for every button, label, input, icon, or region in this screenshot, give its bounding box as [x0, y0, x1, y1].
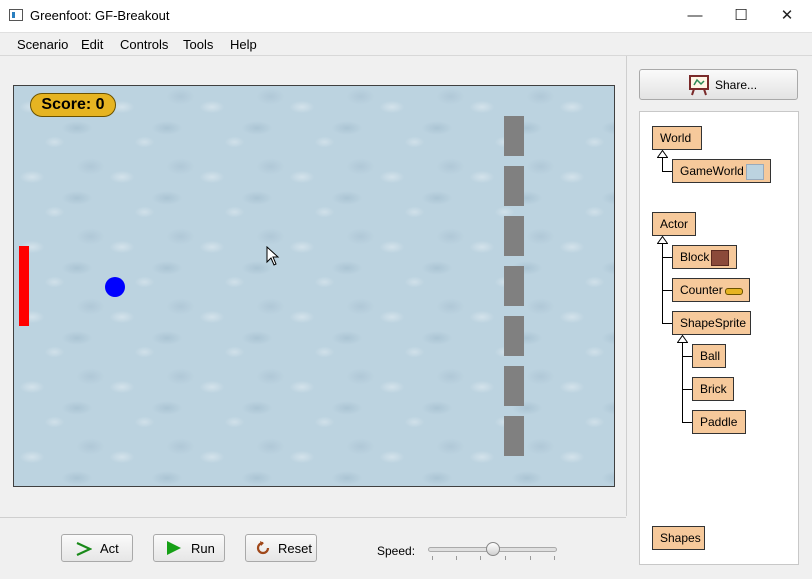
menu-tools[interactable]: Tools	[183, 37, 213, 52]
gameworld-label: GameWorld	[680, 164, 744, 178]
inheritance-line	[662, 157, 663, 172]
brick	[504, 116, 524, 156]
run-button[interactable]: Run	[153, 534, 225, 562]
class-shapesprite[interactable]: ShapeSprite	[672, 311, 751, 335]
act-step-icon	[76, 542, 92, 556]
share-button[interactable]: Share...	[639, 69, 798, 100]
inheritance-line	[682, 356, 692, 357]
slider-tick	[480, 556, 481, 560]
greenfoot-app-icon	[9, 9, 23, 21]
slider-tick	[432, 556, 433, 560]
inheritance-arrow-icon	[657, 150, 668, 158]
brick	[504, 266, 524, 306]
counter-pill-icon	[725, 288, 743, 295]
menu-edit[interactable]: Edit	[81, 37, 103, 52]
reset-button[interactable]: Reset	[245, 534, 317, 562]
class-shapes[interactable]: Shapes	[652, 526, 705, 550]
class-actor[interactable]: Actor	[652, 212, 696, 236]
menu-controls[interactable]: Controls	[120, 37, 168, 52]
class-brick[interactable]: Brick	[692, 377, 734, 401]
reset-label: Reset	[278, 541, 312, 556]
class-block[interactable]: Block	[672, 245, 737, 269]
minimize-button[interactable]: —	[672, 0, 718, 32]
inheritance-line	[682, 389, 692, 390]
inheritance-line	[662, 290, 672, 291]
close-button[interactable]: ✕	[764, 0, 810, 32]
slider-tick	[554, 556, 555, 560]
act-label: Act	[100, 541, 119, 556]
brick	[504, 366, 524, 406]
world-texture-icon	[746, 164, 764, 180]
mouse-cursor-icon	[266, 246, 280, 266]
slider-tick	[456, 556, 457, 560]
inheritance-line	[662, 171, 672, 172]
share-label: Share...	[715, 78, 758, 92]
block-label: Block	[680, 250, 710, 264]
inheritance-line	[662, 243, 663, 324]
act-button[interactable]: Act	[61, 534, 133, 562]
title-bar: Greenfoot: GF-Breakout — ☐ ✕	[0, 0, 812, 33]
play-icon	[167, 541, 181, 555]
menu-help[interactable]: Help	[230, 37, 257, 52]
share-easel-icon	[689, 75, 709, 96]
counter-label: Counter	[680, 283, 723, 297]
slider-tick	[530, 556, 531, 560]
speed-label: Speed:	[377, 544, 416, 558]
inheritance-line	[662, 257, 672, 258]
inheritance-line	[662, 323, 672, 324]
inheritance-line	[682, 422, 692, 423]
class-counter[interactable]: Counter	[672, 278, 750, 302]
game-world[interactable]: Score: 0	[13, 85, 615, 487]
paddle	[19, 246, 29, 326]
maximize-button[interactable]: ☐	[718, 0, 764, 32]
menu-scenario[interactable]: Scenario	[17, 37, 68, 52]
class-ball[interactable]: Ball	[692, 344, 726, 368]
class-paddle[interactable]: Paddle	[692, 410, 746, 434]
block-texture-icon	[711, 250, 729, 266]
score-counter: Score: 0	[30, 93, 116, 117]
brick	[504, 316, 524, 356]
inheritance-line	[682, 342, 683, 423]
brick	[504, 416, 524, 456]
speed-slider-thumb[interactable]	[486, 542, 500, 556]
menu-bar: Scenario Edit Controls Tools Help	[0, 33, 812, 56]
brick	[504, 216, 524, 256]
run-label: Run	[191, 541, 215, 556]
window-title: Greenfoot: GF-Breakout	[30, 8, 170, 23]
slider-tick	[505, 556, 506, 560]
reset-icon	[256, 541, 270, 555]
class-gameworld[interactable]: GameWorld	[672, 159, 771, 183]
brick	[504, 166, 524, 206]
ball	[105, 277, 125, 297]
class-world[interactable]: World	[652, 126, 702, 150]
